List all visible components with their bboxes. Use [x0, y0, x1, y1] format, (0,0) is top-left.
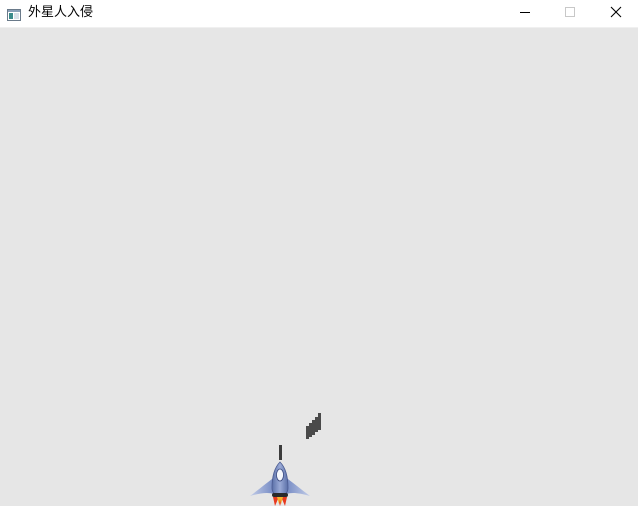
minimize-button[interactable]: [502, 0, 548, 28]
title-bar[interactable]: 外星人入侵: [0, 0, 638, 28]
bullet: [279, 445, 282, 460]
maximize-icon: [565, 7, 575, 17]
app-window-icon: [7, 6, 21, 21]
maximize-button[interactable]: [548, 0, 594, 28]
close-icon: [610, 6, 622, 18]
debris-icon: [306, 413, 321, 439]
game-canvas[interactable]: [0, 28, 638, 506]
game-window: 外星人入侵: [0, 0, 638, 506]
window-title: 外星人入侵: [28, 5, 94, 20]
minimize-icon: [520, 12, 530, 13]
close-button[interactable]: [592, 0, 638, 28]
spaceship-icon: [250, 461, 310, 506]
